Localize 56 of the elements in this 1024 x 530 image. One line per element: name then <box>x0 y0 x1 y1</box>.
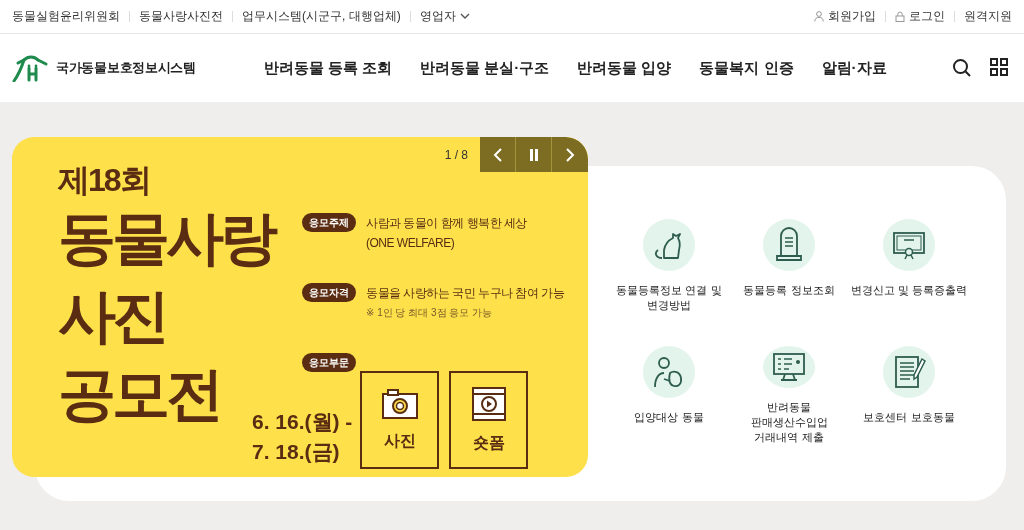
nav-link[interactable]: 반려동물 입양 <box>577 58 672 78</box>
quick-link-label[interactable]: 변경신고 및 등록증출력 <box>850 283 968 298</box>
quick-link-label[interactable]: 입양대상 동물 <box>634 410 704 425</box>
quick-link-label[interactable]: 동물등록정보 연결 및 변경방법 <box>616 283 722 313</box>
dropdown-link[interactable]: 영업자 <box>419 8 470 25</box>
banner-title: 공모전 <box>58 360 220 428</box>
chevron-left-icon <box>492 147 503 162</box>
date-text: 7. 18.(금) <box>252 439 341 465</box>
promo-banner[interactable]: 1 / 8 제18회 동물사랑 사진 공모전 응모주제 사람과 동물이 함께 행복한 세상 (ONE WELFARE) 응모자격 동물을 사랑하는 국민 누구나 참여 가능 ※ 1인 당 최대 3점 응모 가능 응모부문 6. 16.(월) - 7. 18.(금) 사진 숏폼 <box>12 137 588 477</box>
quick-link-icon-button[interactable] <box>643 346 695 398</box>
banner-note: ※ 1인 당 최대 3점 응모 가능 <box>366 306 494 320</box>
slide-counter: 1 / 8 <box>444 147 468 162</box>
quick-link-icon-button[interactable] <box>643 219 695 271</box>
grid-icon <box>990 58 1008 76</box>
banner-text: (ONE WELFARE) <box>366 235 456 252</box>
nav-link[interactable]: 반려동물 분실·구조 <box>420 58 550 78</box>
user-icon <box>814 11 824 22</box>
quick-link-icon-button[interactable] <box>763 346 815 388</box>
top-link[interactable]: 업무시스템(시군구, 대행업체) <box>242 8 401 25</box>
quick-link-label[interactable]: 반려동물 판매생산수입업 거래내역 제출 <box>750 400 828 445</box>
label-tag: 응모부문 <box>302 353 356 372</box>
previous-button[interactable] <box>480 137 516 172</box>
category-label: 사진 <box>383 430 416 451</box>
category-label: 숏폼 <box>472 432 505 453</box>
quick-link-icon-button[interactable] <box>763 219 815 271</box>
banner-title: 사진 <box>58 282 166 350</box>
banner-text: 사람과 동물이 함께 행복한 세상 <box>366 215 527 232</box>
quick-link-icon-button[interactable] <box>883 219 935 271</box>
quick-link-label[interactable]: 보호센터 보호동물 <box>863 410 955 425</box>
top-link[interactable]: 동물실험윤리위원회 <box>12 8 120 25</box>
film-icon <box>471 386 506 421</box>
lock-icon <box>895 11 905 22</box>
chevron-right-icon <box>565 147 575 162</box>
top-link[interactable]: 회원가입 <box>814 8 876 25</box>
pause-button[interactable] <box>516 137 552 172</box>
banner-text: 동물을 사랑하는 국민 누구나 참여 가능 <box>366 285 565 302</box>
top-link[interactable]: 동물사랑사진전 <box>139 8 223 25</box>
edition-text: 제18회 <box>58 161 150 199</box>
top-link[interactable]: 로그인 <box>895 8 945 25</box>
logo[interactable]: 국가동물보호정보시스템 <box>12 54 196 82</box>
date-text: 6. 16.(월) - <box>252 409 353 435</box>
next-button[interactable] <box>552 137 588 172</box>
top-link[interactable]: 원격지원 <box>964 8 1012 25</box>
label-tag: 응모자격 <box>302 283 356 302</box>
nav-link[interactable]: 반려동물 등록 조회 <box>263 58 393 78</box>
nav-link[interactable]: 동물복지 인증 <box>699 58 794 78</box>
banner-title: 동물사랑 <box>58 204 274 272</box>
logo-icon <box>12 54 50 82</box>
quick-link-icon-button[interactable] <box>883 346 935 398</box>
search-icon <box>952 58 972 78</box>
nav-link[interactable]: 알림·자료 <box>821 58 887 78</box>
chevron-down-icon <box>459 13 470 20</box>
quick-link-label[interactable]: 동물등록 정보조회 <box>743 283 835 298</box>
camera-icon <box>381 388 418 419</box>
pause-icon <box>528 148 539 161</box>
label-tag: 응모주제 <box>302 213 356 232</box>
